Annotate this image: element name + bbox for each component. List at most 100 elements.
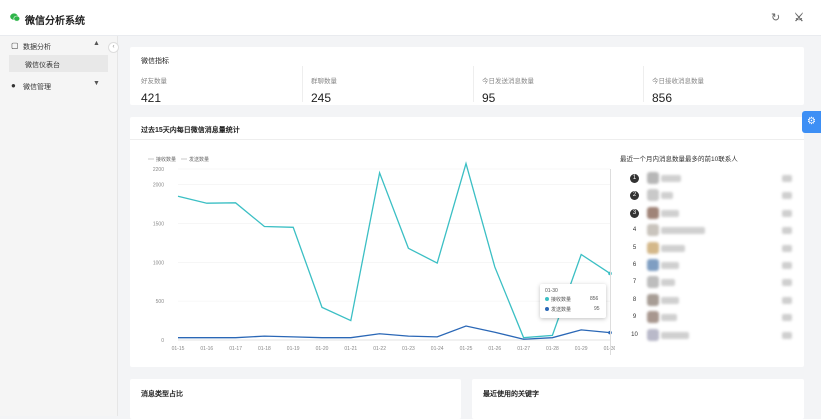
message-count-redacted: [782, 296, 792, 304]
legend-label: 发送数量: [189, 156, 209, 163]
app-title: 微信分析系统: [25, 16, 85, 27]
stat-label: 今日接收消息数量: [652, 78, 704, 85]
stat-label: 今日发送消息数量: [482, 78, 534, 85]
avatar: [647, 206, 659, 219]
brand-glyph-icon[interactable]: ⚔: [794, 11, 804, 24]
contact-name-redacted: [661, 227, 705, 235]
divider: [302, 66, 303, 102]
trend-card: 过去15天内每日微信消息量统计 接收数量 发送数量 0 500 1000 1500 2000…: [130, 117, 804, 367]
menu-label: 微信管理: [23, 84, 51, 91]
avatar: [647, 259, 659, 271]
avatar: [647, 328, 659, 341]
refresh-icon[interactable]: ↻: [771, 11, 780, 24]
wechat-logo-icon: [10, 13, 20, 22]
rank-number: 4: [632, 227, 637, 234]
y-tick-label: 1500: [153, 221, 164, 227]
stat-groups: 群聊数量 245: [311, 75, 337, 105]
x-tick-label: 01-15: [172, 346, 185, 352]
wechat-icon: ●: [11, 81, 16, 90]
avatar: [647, 293, 659, 306]
contact-rank-row[interactable]: 5: [630, 241, 800, 256]
contact-name-redacted: [661, 262, 679, 269]
chevron-down-icon: ▼: [93, 80, 100, 87]
x-tick-label: 01-16: [200, 346, 213, 352]
stat-value: 245: [311, 91, 332, 105]
tooltip-value: 95: [594, 306, 600, 312]
x-tick-label: 01-29: [575, 346, 588, 352]
menu-wechat-manage[interactable]: ● 微信管理 ▼: [0, 78, 118, 94]
message-count-redacted: [782, 192, 792, 200]
chart-icon: ▢: [11, 41, 19, 50]
chart-tooltip: 01-30 接收数量 856 发送数量 95: [540, 284, 606, 318]
message-count-redacted: [782, 262, 792, 269]
rank-number: 7: [632, 279, 637, 286]
legend-dot-send: [545, 307, 549, 311]
collapse-sidebar-button[interactable]: ‹: [108, 42, 119, 53]
contact-name-redacted: [661, 209, 679, 217]
tooltip-label: 发送数量: [551, 307, 572, 313]
contact-name-redacted: [661, 314, 677, 322]
divider: [643, 66, 644, 102]
message-count-redacted: [782, 331, 792, 339]
contact-name-redacted: [661, 296, 679, 304]
contact-name-redacted: [661, 192, 673, 200]
avatar: [647, 172, 659, 184]
submenu-label: 微信仪表台: [25, 62, 60, 69]
tooltip-label: 接收数量: [551, 297, 572, 303]
x-tick-label: 01-27: [517, 346, 530, 352]
stat-friends: 好友数量 421: [141, 75, 167, 105]
contact-rank-row[interactable]: 7: [630, 276, 800, 290]
rank-number: 8: [632, 296, 637, 303]
tooltip-date: 01-30: [545, 288, 558, 294]
message-count-redacted: [782, 227, 792, 235]
stats-card: 微信指标 好友数量 421 群聊数量 245 今日发送消息数量 95 今日接收消…: [130, 47, 804, 105]
contact-rank-row[interactable]: 6: [630, 259, 800, 273]
top-contacts-title: 最近一个月内消息数量最多的前10联系人: [620, 156, 738, 163]
message-count-redacted: [782, 314, 792, 322]
stat-received-today: 今日接收消息数量 856: [652, 75, 704, 105]
x-tick-label: 01-19: [287, 346, 300, 352]
avatar: [647, 241, 659, 254]
y-tick-label: 2200: [153, 167, 164, 173]
stat-value: 421: [141, 91, 162, 105]
contact-rank-row[interactable]: 4: [630, 224, 800, 238]
x-tick-label: 01-22: [373, 346, 386, 352]
contact-rank-row[interactable]: 10: [630, 328, 800, 343]
keywords-card: 最近使用的关键字: [472, 379, 804, 419]
keywords-title: 最近使用的关键字: [483, 391, 539, 398]
stat-sent-today: 今日发送消息数量 95: [482, 75, 534, 105]
y-tick-label: 2000: [153, 183, 164, 189]
avatar: [647, 276, 659, 289]
sidebar-item-dashboard[interactable]: 微信仪表台: [9, 55, 108, 72]
avatar: [647, 224, 659, 237]
message-count-redacted: [782, 244, 792, 252]
contact-rank-row[interactable]: 9: [630, 311, 800, 325]
contact-name-redacted: [661, 279, 675, 287]
x-tick-label: 01-17: [229, 346, 242, 352]
menu-data-analysis[interactable]: ▢ 数据分析 ▲: [0, 38, 118, 54]
contact-rank-row[interactable]: 8: [630, 293, 800, 308]
rank-number: 9: [632, 314, 637, 321]
contact-rank-row[interactable]: 3: [630, 206, 800, 221]
x-tick-label: 01-24: [431, 346, 444, 352]
menu-label: 数据分析: [23, 44, 51, 51]
y-tick-label: 0: [161, 338, 164, 344]
x-tick-label: 01-25: [460, 346, 473, 352]
panel-divider: [610, 169, 611, 355]
message-count-redacted: [782, 209, 792, 217]
contact-rank-row[interactable]: 2: [630, 189, 800, 203]
message-count-redacted: [782, 279, 792, 287]
message-type-title: 消息类型占比: [141, 391, 183, 398]
rank-number: 1: [630, 174, 639, 183]
x-tick-label: 01-26: [488, 346, 501, 352]
avatar: [647, 189, 659, 202]
settings-icon[interactable]: ⚙: [802, 111, 821, 133]
avatar: [647, 311, 659, 324]
tooltip-value: 856: [590, 296, 599, 302]
message-count-redacted: [782, 175, 792, 182]
contact-rank-row[interactable]: 1: [630, 172, 800, 186]
y-tick-label: 500: [156, 299, 165, 305]
rank-number: 3: [630, 208, 639, 218]
contact-name-redacted: [661, 175, 681, 182]
stat-value: 95: [482, 91, 496, 105]
